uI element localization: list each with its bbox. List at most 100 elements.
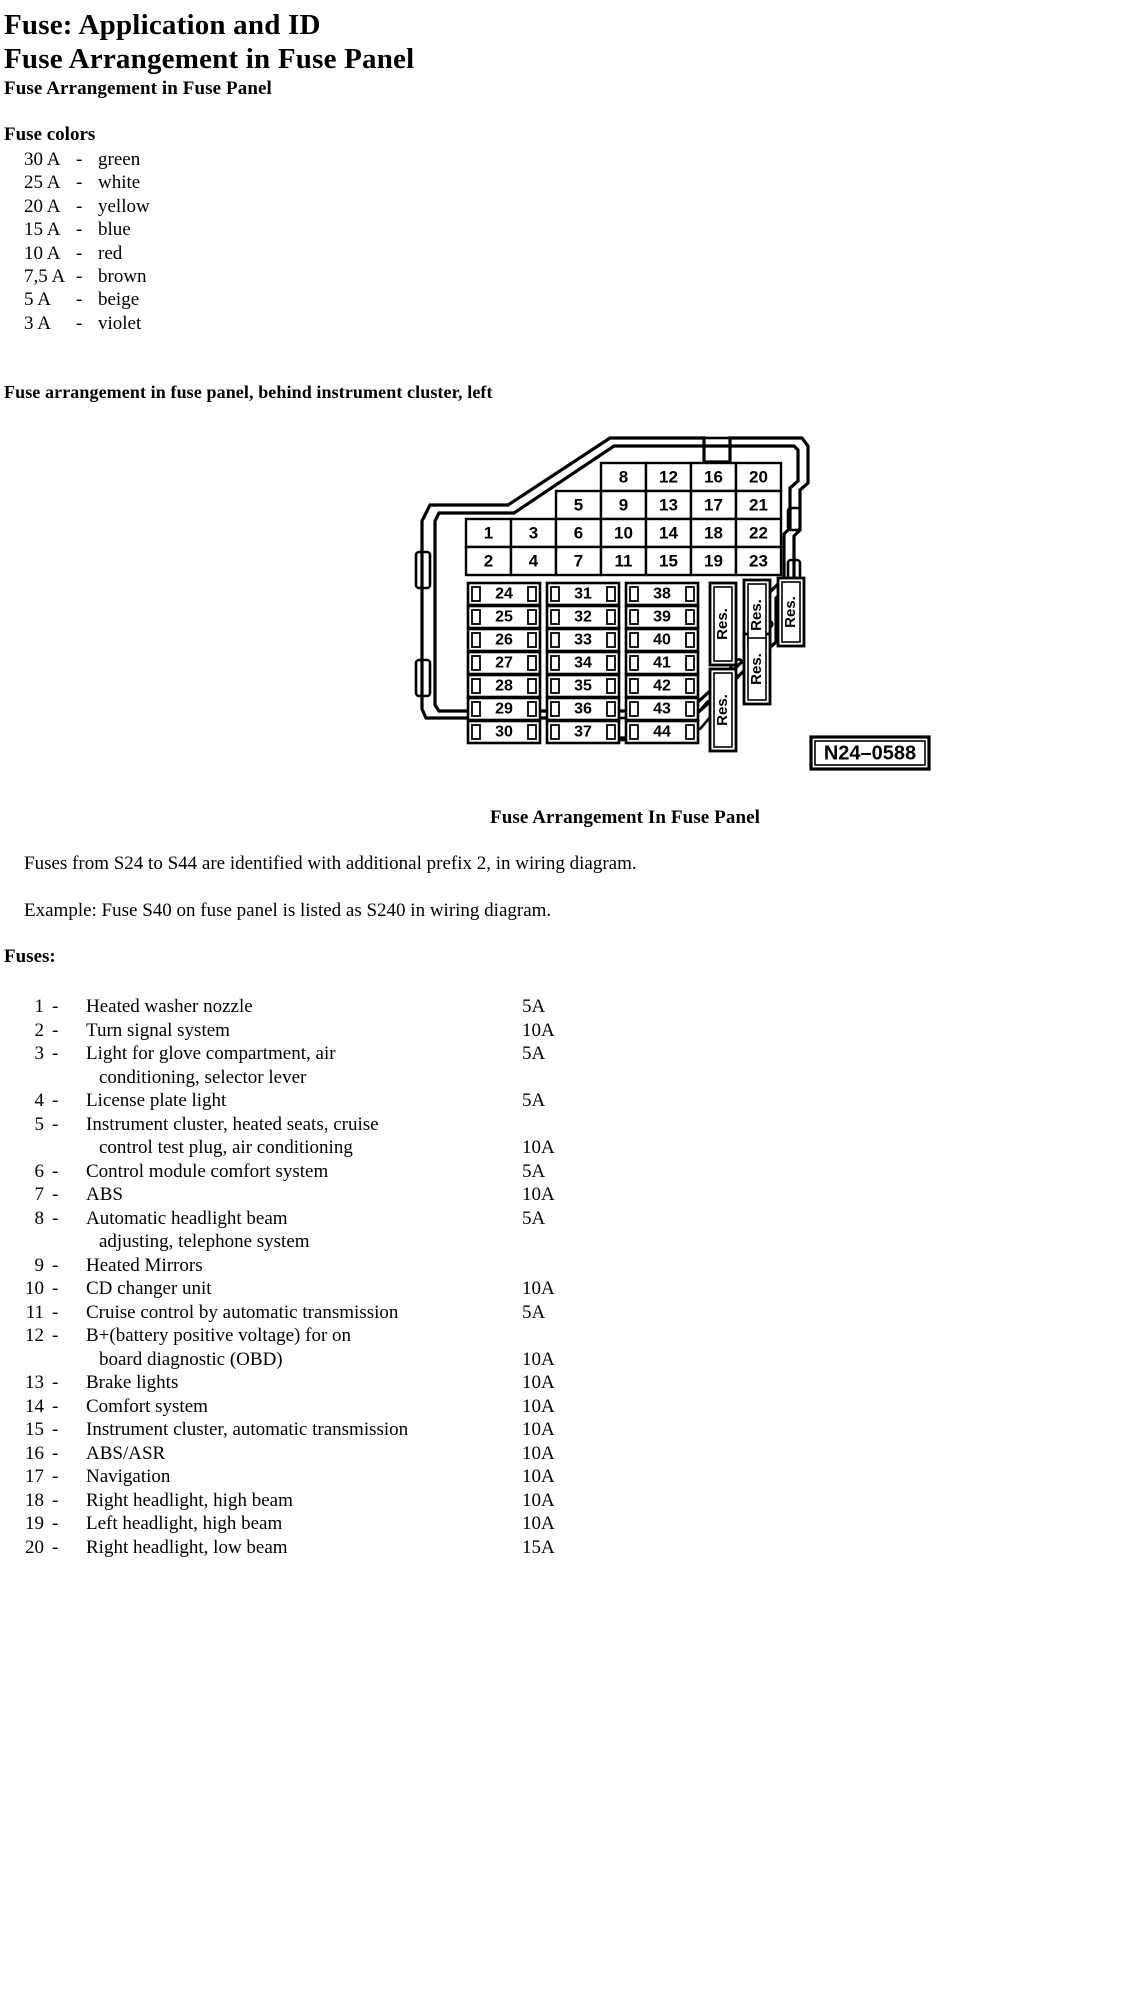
fuse-color-amperage: 20 A [24,195,61,217]
page-subtitle: Fuse Arrangement in Fuse Panel [4,78,272,99]
fuse-number: 16 [25,1442,44,1464]
fuse-amperage: 10A [522,1395,555,1417]
fuse-list-row: 5 - Instrument cluster, heated seats, cr… [4,1113,1094,1137]
fuse-color-row: 3 A - violet [24,312,150,335]
fuses-list: 1 - Heated washer nozzle 5A 2 - Turn sig… [4,995,1094,1559]
fuse-slot-label: 41 [653,655,671,672]
note-prefix-rule: Fuses from S24 to S44 are identified wit… [24,853,637,874]
figure-caption: Fuse Arrangement In Fuse Panel [490,807,761,828]
fuse-amperage: 5A [522,1043,546,1064]
reserve-slot-label: Res. [782,596,799,628]
fuse-description: Navigation [86,1466,171,1487]
fuse-amperage: 10A [522,1489,555,1511]
fuse-color-name: brown [98,266,147,288]
reserve-slot-label: Res. [748,599,765,631]
fuse-slot-label: 44 [653,724,671,741]
fuse-number: 20 [25,1536,44,1558]
fuse-slot-label: 17 [704,495,723,514]
fuse-description: Automatic headlight beam [86,1207,288,1229]
fuse-slot-label: 16 [704,467,723,486]
fuse-separator: - [52,1207,59,1229]
fuse-slot-label: 15 [659,551,678,570]
fuse-slot-label: 26 [495,632,513,649]
fuse-list-row: 4 - License plate light 5A [4,1089,1094,1113]
fuses-list-heading: Fuses: [4,946,56,967]
fuse-amperage: 10A [522,1348,555,1370]
fuse-description: License plate light [86,1090,227,1111]
fuse-slot-label: 35 [574,678,592,695]
fuse-amperage: 10A [522,1184,555,1205]
fuse-slot-label: 37 [574,724,592,741]
fuse-amperage: 10A [522,1372,555,1393]
fuse-description-continued: conditioning, selector lever [99,1066,307,1088]
fuse-separator: - [52,1419,59,1440]
fuse-separator: - [52,1536,59,1558]
fuse-description-continued: control test plug, air conditioning [99,1137,353,1158]
fuse-slot-label: 5 [574,495,583,514]
fuse-color-name: red [98,242,123,264]
fuse-slot-label: 3 [529,523,538,542]
fuse-amperage: 10A [522,1019,555,1041]
fuse-list-row: 7 - ABS 10A [4,1183,1094,1207]
reserve-slot-label: Res. [714,608,731,640]
fuse-amperage: 10A [522,1278,555,1299]
fuse-amperage: 10A [522,1137,555,1158]
fuse-description: Turn signal system [86,1019,230,1041]
fuse-number: 1 [34,996,45,1017]
fuse-list-row: 12 - B+(battery positive voltage) for on [4,1324,1094,1348]
fuse-slot-label: 24 [495,586,513,603]
fuse-slot-label: 6 [574,523,583,542]
fuse-amperage: 10A [522,1419,555,1440]
fuse-description: B+(battery positive voltage) for on [86,1325,352,1346]
fuse-separator: - [52,1113,59,1135]
fuse-color-name: beige [98,289,140,311]
fuse-color-separator: - [76,312,83,334]
fuse-list-row-continuation: adjusting, telephone system [4,1230,1094,1254]
fuse-slot-label: 10 [614,523,633,542]
fuse-amperage: 5A [522,996,546,1017]
fuse-separator: - [52,1254,59,1276]
fuse-list-row: 14 - Comfort system 10A [4,1395,1094,1419]
fuse-colors-list: 30 A - green 25 A - white 20 A - yellow … [24,148,150,335]
fuse-color-amperage: 15 A [24,219,61,241]
fuse-amperage: 5A [522,1160,546,1182]
fuse-amperage: 5A [522,1090,546,1111]
fuse-slot-label: 33 [574,632,592,649]
fuse-slot-label: 18 [704,523,723,542]
fuse-amperage: 5A [522,1301,546,1323]
fuse-separator: - [52,1489,59,1511]
fuse-slot-label: 32 [574,609,592,626]
fuse-list-row: 6 - Control module comfort system 5A [4,1160,1094,1184]
fuse-slot-label: 13 [659,495,678,514]
fuse-slot-label: 21 [749,495,768,514]
fuse-color-amperage: 25 A [24,172,61,194]
fuse-slot-label: 25 [495,609,513,626]
fuse-separator: - [52,1372,59,1393]
fuse-description-continued: adjusting, telephone system [99,1231,310,1252]
fuse-separator: - [52,1513,59,1534]
fuse-description: ABS [86,1184,123,1205]
fuse-list-row-continuation: control test plug, air conditioning 10A [4,1136,1094,1160]
fuse-color-row: 20 A - yellow [24,195,150,218]
fuse-slot-label: 22 [749,523,768,542]
fuse-description: Control module comfort system [86,1160,329,1182]
fuse-description: Comfort system [86,1395,208,1417]
fuse-slot-label: 34 [574,655,592,672]
fuse-number: 19 [25,1513,44,1534]
fuse-list-row: 11 - Cruise control by automatic transmi… [4,1301,1094,1325]
fuse-number: 7 [34,1184,45,1205]
fuse-slot-label: 14 [659,523,678,542]
fuse-description-continued: board diagnostic (OBD) [99,1348,283,1370]
fuse-color-separator: - [76,195,83,217]
fuse-number: 6 [34,1160,45,1182]
fuse-color-row: 25 A - white [24,171,150,194]
fuse-color-separator: - [76,172,83,194]
fuse-color-name: blue [98,219,131,241]
fuse-slot-label: 39 [653,609,671,626]
fuse-color-separator: - [76,242,83,264]
fuse-number: 3 [34,1043,45,1064]
reserve-slot-label: Res. [748,653,765,685]
part-number-label: N24–0588 [824,742,916,764]
fuse-slot-label: 4 [529,551,539,570]
fuse-amperage: 10A [522,1513,555,1534]
